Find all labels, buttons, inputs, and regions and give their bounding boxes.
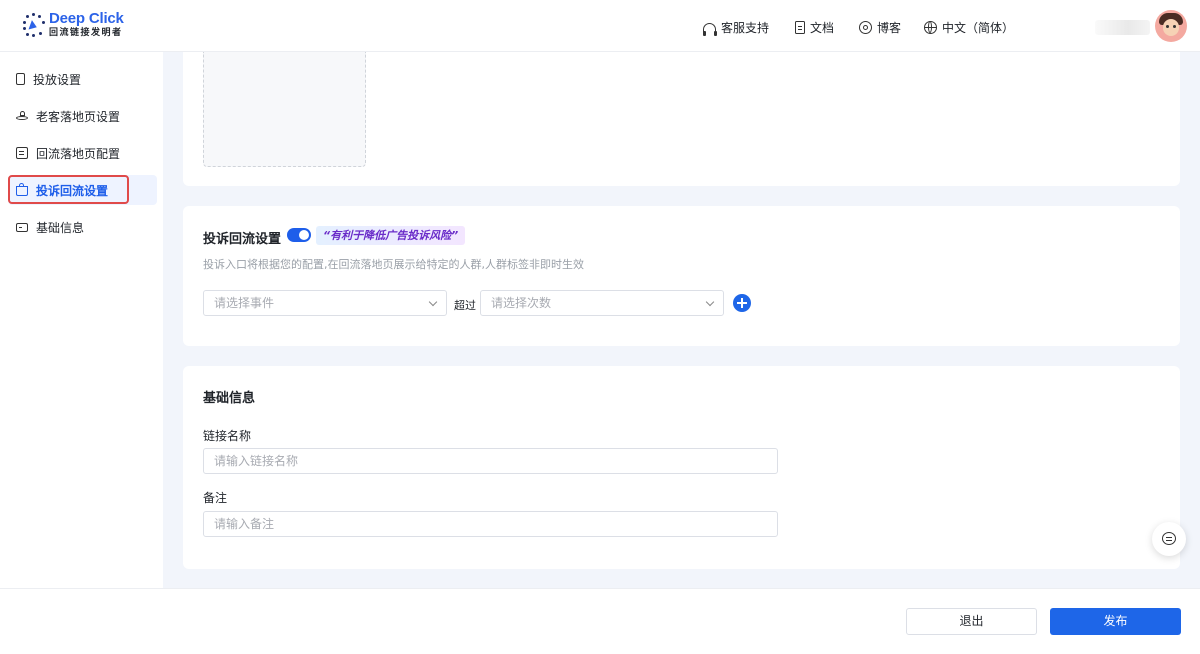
sidebar-item-label: 回流落地页配置	[36, 146, 121, 161]
bag-icon	[16, 183, 28, 196]
event-select-placeholder: 请选择事件	[214, 296, 275, 310]
brand-name: Deep Click	[49, 10, 124, 27]
ufo-icon	[16, 110, 28, 122]
link-name-label: 链接名称	[203, 429, 252, 443]
sidebar-item-label: 基础信息	[36, 220, 85, 235]
publish-button[interactable]: 发布	[1050, 608, 1181, 635]
globe-icon	[924, 21, 937, 34]
nav-docs[interactable]: 文档	[795, 19, 834, 36]
nav-language[interactable]: 中文（简体）	[924, 19, 1014, 36]
basic-section-title: 基础信息	[203, 391, 256, 406]
complaint-toggle[interactable]	[287, 228, 311, 242]
nav-support-label: 客服支持	[721, 21, 770, 35]
brand-logo[interactable]: Deep Click 回流链接发明者	[22, 11, 124, 38]
sidebar-item-complaint-backflow[interactable]: 投诉回流设置	[8, 175, 157, 205]
sidebar-item-label: 投诉回流设置	[36, 183, 109, 198]
username-redacted	[1095, 20, 1150, 35]
card-icon	[16, 222, 28, 232]
chat-support-icon[interactable]	[1152, 522, 1186, 556]
sidebar-item-label: 投放设置	[33, 72, 82, 87]
sidebar-item-basic-info[interactable]: 基础信息	[8, 212, 157, 242]
sidebar-item-label: 老客落地页设置	[36, 109, 121, 124]
nav-support[interactable]: 客服支持	[702, 19, 770, 36]
avatar[interactable]	[1155, 10, 1187, 42]
blog-icon	[859, 21, 872, 34]
sidebar-item-delivery-settings[interactable]: 投放设置	[8, 64, 157, 94]
count-select[interactable]: 请选择次数	[480, 290, 724, 316]
link-name-input[interactable]: 请输入链接名称	[203, 448, 778, 474]
logo-mark-icon	[22, 12, 46, 37]
chevron-down-icon	[705, 297, 715, 307]
count-select-placeholder: 请选择次数	[491, 296, 552, 310]
add-rule-button[interactable]	[733, 294, 751, 312]
sidebar-item-backflow-landing[interactable]: 回流落地页配置	[8, 138, 157, 168]
image-upload-area[interactable]	[203, 52, 366, 167]
sidebar-item-returning-landing[interactable]: 老客落地页设置	[8, 101, 157, 131]
nav-language-label: 中文（简体）	[942, 21, 1015, 35]
remark-input[interactable]: 请输入备注	[203, 511, 778, 537]
nav-blog-label: 博客	[877, 21, 902, 35]
complaint-tagline-badge: “有利于降低广告投诉风险”	[316, 226, 466, 245]
complaint-description: 投诉入口将根据您的配置,在回流落地页展示给特定的人群,人群标签非即时生效	[203, 258, 584, 271]
phone-icon	[16, 73, 25, 85]
sidebar: 投放设置 老客落地页设置 回流落地页配置 投诉回流设置 基础信息	[0, 52, 163, 588]
nav-blog[interactable]: 博客	[859, 19, 901, 36]
remark-placeholder: 请输入备注	[214, 517, 275, 531]
exit-button[interactable]: 退出	[906, 608, 1037, 635]
brand-tagline: 回流链接发明者	[49, 28, 123, 38]
remark-label: 备注	[203, 491, 228, 505]
top-header: Deep Click 回流链接发明者 客服支持 文档 博客 中文（简体）	[0, 0, 1200, 52]
chevron-down-icon	[428, 297, 438, 307]
nav-docs-label: 文档	[810, 21, 835, 35]
headset-icon	[702, 23, 717, 36]
document-icon	[795, 21, 805, 34]
exceed-label: 超过	[454, 299, 476, 312]
event-select[interactable]: 请选择事件	[203, 290, 447, 316]
complaint-section-title: 投诉回流设置	[203, 232, 282, 247]
note-icon	[16, 147, 28, 159]
link-name-placeholder: 请输入链接名称	[214, 454, 299, 468]
